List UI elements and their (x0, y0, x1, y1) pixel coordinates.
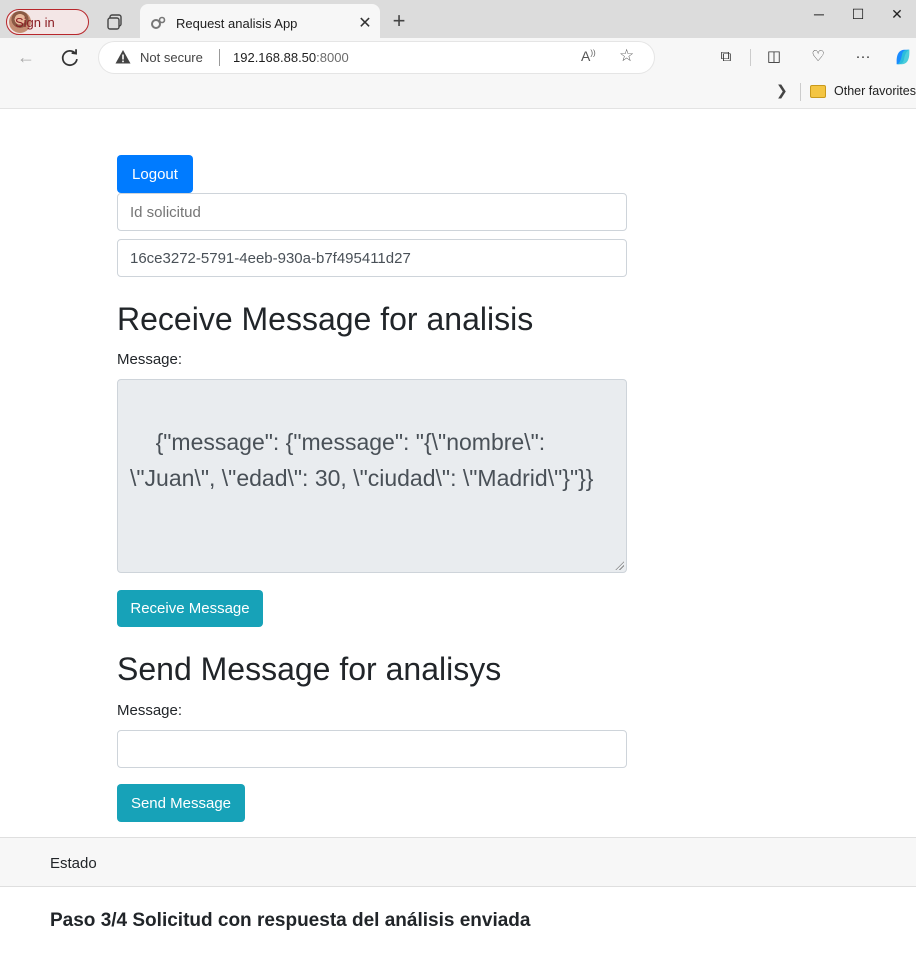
favorite-star-icon[interactable]: ☆ (619, 46, 634, 66)
receive-message-textarea[interactable]: {"message": {"message": "{\"nombre\": \"… (117, 379, 627, 573)
sign-in-button[interactable]: Sign in (6, 9, 89, 35)
status-text: Paso 3/4 Solicitud con respuesta del aná… (50, 910, 531, 931)
window-close-icon[interactable]: ✕ (882, 4, 912, 24)
back-icon[interactable]: ← (14, 46, 38, 68)
send-message-label: Message: (117, 702, 183, 719)
favorites-separator (800, 83, 801, 101)
sign-in-label: Sign in (15, 14, 55, 30)
request-id-field[interactable]: 16ce3272-5791-4eeb-930a-b7f495411d27 (117, 239, 627, 277)
refresh-icon[interactable] (58, 47, 82, 69)
gear-favicon-icon (151, 16, 166, 29)
url-host: 192.168.88.50 (233, 50, 317, 65)
send-message-button[interactable]: Send Message (117, 784, 245, 822)
split-screen-icon[interactable]: ◫ (764, 47, 784, 67)
more-options-icon[interactable]: ··· (853, 47, 873, 67)
receive-message-label: Message: (117, 351, 183, 368)
new-tab-icon[interactable]: + (388, 9, 410, 33)
workspaces-icon[interactable] (106, 13, 124, 31)
tab-title: Request analisis App (176, 15, 298, 31)
page-content: Logout 16ce3272-5791-4eeb-930a-b7f495411… (0, 110, 916, 958)
close-tab-icon[interactable]: ✕ (350, 13, 380, 33)
warning-icon[interactable] (115, 49, 131, 65)
security-status: Not secure (140, 50, 203, 65)
url-port: :8000 (316, 50, 349, 65)
folder-icon (810, 85, 826, 98)
chevron-right-icon[interactable]: ❯ (776, 82, 788, 99)
logout-button[interactable]: Logout (117, 155, 193, 193)
address-bar[interactable]: Not secure 192.168.88.50:8000 A)) ☆ (99, 42, 654, 73)
maximize-icon[interactable]: ☐ (843, 4, 873, 24)
tab-bar: Sign in Request analisis App ✕ + ─ ☐ ✕ (0, 0, 916, 42)
minimize-icon[interactable]: ─ (804, 4, 834, 24)
address-toolbar: ← Not secure 192.168.88.50:8000 A)) ☆ ⧉ … (0, 38, 916, 76)
toolbar-separator (750, 49, 751, 66)
copilot-icon[interactable] (893, 47, 913, 67)
read-aloud-icon[interactable]: A)) (581, 48, 596, 64)
status-card-header: Estado (0, 837, 916, 887)
extensions-icon[interactable]: ⧉ (716, 47, 736, 67)
send-heading: Send Message for analisys (117, 651, 502, 687)
id-solicitud-input[interactable] (117, 193, 627, 231)
status-header-label: Estado (50, 855, 97, 872)
tab-request-analisis[interactable]: Request analisis App ✕ (140, 4, 380, 42)
browser-essentials-icon[interactable]: ♡ (808, 47, 828, 67)
address-separator (219, 49, 220, 66)
favorites-bar: ❯ Other favorites (0, 76, 916, 109)
url-text[interactable]: 192.168.88.50:8000 (233, 50, 349, 65)
receive-message-text: {"message": {"message": "{\"nombre\": \"… (130, 429, 594, 491)
send-message-input[interactable] (117, 730, 627, 768)
receive-message-button[interactable]: Receive Message (117, 590, 263, 627)
receive-heading: Receive Message for analisis (117, 301, 534, 337)
resize-handle-icon[interactable] (615, 561, 624, 570)
other-favorites-link[interactable]: Other favorites (834, 84, 916, 98)
